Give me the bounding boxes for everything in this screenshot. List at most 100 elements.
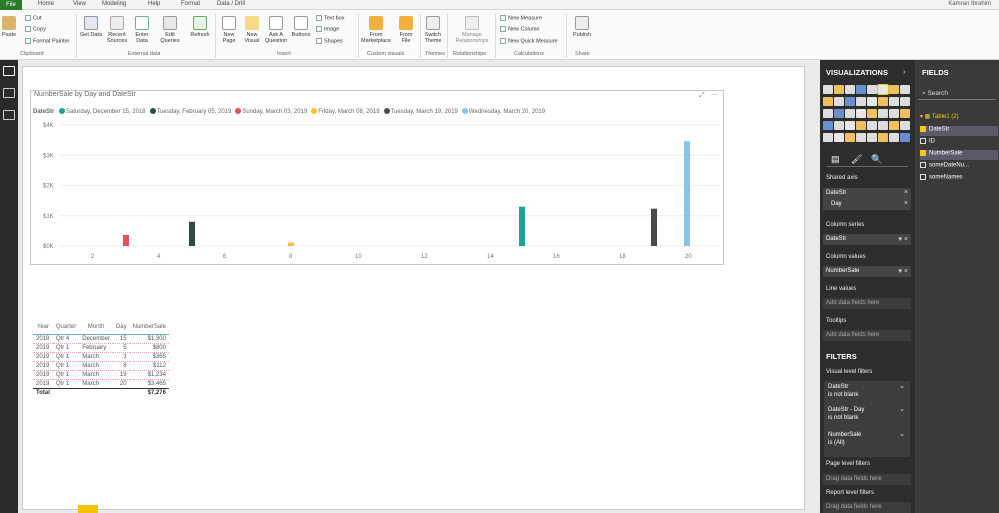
visual-type-icon[interactable]	[900, 133, 910, 142]
remove-icon[interactable]: ×	[904, 189, 908, 196]
visual-type-icon[interactable]	[867, 85, 877, 94]
visual-type-icon[interactable]	[823, 109, 833, 118]
tab-file[interactable]: File	[0, 0, 22, 10]
field-item[interactable]: someNames	[920, 174, 998, 184]
visual-type-icon[interactable]	[823, 97, 833, 106]
checkbox[interactable]	[920, 138, 926, 144]
visual-type-icon[interactable]	[845, 121, 855, 130]
image-button[interactable]: Image	[316, 26, 339, 32]
new-column-button[interactable]: New Column	[500, 26, 539, 32]
column-series-field[interactable]: DateStr ▾ ×	[823, 234, 911, 245]
switch-theme-button[interactable]: Switch Theme	[422, 16, 444, 44]
tab-help[interactable]: Help	[148, 1, 160, 7]
visual-type-icon[interactable]	[834, 133, 844, 142]
filter-card-numbersale[interactable]: NumberSale is (All) ⌄	[824, 429, 910, 457]
visual-type-icon[interactable]	[867, 97, 877, 106]
shared-axis-field-datestr[interactable]: DateStr ×	[823, 188, 911, 199]
format-painter-button[interactable]: Format Painter	[25, 38, 69, 44]
bar-1[interactable]	[519, 206, 525, 246]
bar-4[interactable]	[288, 242, 294, 246]
visual-type-icon[interactable]	[823, 121, 833, 130]
tab-home[interactable]: Home	[38, 1, 54, 7]
legend-item[interactable]: Sunday, March 03, 2019	[235, 108, 307, 115]
visual-type-icon[interactable]	[878, 121, 888, 130]
visual-type-icon[interactable]	[878, 97, 888, 106]
legend-item[interactable]: Tuesday, March 19, 2019	[383, 108, 458, 115]
visual-type-icon[interactable]	[889, 133, 899, 142]
collapse-icon[interactable]: ›	[903, 67, 906, 76]
bar-3[interactable]	[123, 234, 129, 246]
tab-modeling[interactable]: Modeling	[102, 1, 126, 7]
visual-type-icon[interactable]	[856, 133, 866, 142]
column-values-field[interactable]: NumberSale ▾ ×	[823, 266, 911, 277]
tab-view[interactable]: View	[73, 1, 86, 7]
column-header[interactable]: Quarter	[52, 321, 80, 335]
visual-type-icon[interactable]	[878, 109, 888, 118]
shapes-button[interactable]: Shapes	[316, 38, 343, 44]
legend-item[interactable]: Friday, March 08, 2019	[311, 108, 380, 115]
visual-type-icon[interactable]	[823, 85, 833, 94]
shared-axis-field-day[interactable]: Day ×	[823, 199, 911, 210]
column-header[interactable]: NumberSale	[129, 321, 169, 335]
visual-type-icon[interactable]	[823, 133, 833, 142]
checkbox[interactable]	[920, 126, 926, 132]
format-paint-icon[interactable]: 🖌	[851, 154, 862, 165]
recent-sources-button[interactable]: Recent Sources	[104, 16, 130, 44]
new-page-button[interactable]: New Page	[218, 16, 240, 44]
field-item[interactable]: DateStr	[920, 126, 998, 136]
checkbox[interactable]	[920, 150, 926, 156]
chevron-down-icon[interactable]: ⌄	[899, 431, 905, 439]
page-filter-drop[interactable]: Drag data fields here	[823, 474, 911, 485]
model-view-icon[interactable]	[3, 110, 15, 120]
field-item[interactable]: ID	[920, 138, 998, 148]
enter-data-button[interactable]: Enter Data	[132, 16, 152, 44]
legend-item[interactable]: Saturday, December 15, 2018	[59, 108, 146, 115]
visual-type-icon[interactable]	[900, 109, 910, 118]
tab-format[interactable]: Format	[181, 1, 200, 7]
paste-button[interactable]: Paste	[2, 16, 16, 38]
report-view-icon[interactable]	[3, 66, 15, 76]
visual-type-icon[interactable]	[845, 109, 855, 118]
visual-type-icon[interactable]	[889, 85, 899, 94]
line-values-drop[interactable]: Add data fields here	[823, 298, 911, 309]
bar-5[interactable]	[651, 208, 657, 246]
edit-queries-button[interactable]: Edit Queries	[157, 16, 183, 44]
column-header[interactable]: Month	[79, 321, 113, 335]
bar-6[interactable]	[684, 141, 690, 246]
visual-type-icon[interactable]	[856, 97, 866, 106]
visual-type-icon[interactable]	[867, 121, 877, 130]
remove-icon[interactable]: ▾ ×	[898, 235, 908, 243]
visual-type-icon[interactable]	[845, 97, 855, 106]
bar-2[interactable]	[189, 221, 195, 246]
ask-question-button[interactable]: Ask A Question	[263, 16, 289, 44]
manage-relationships-button[interactable]: Manage Relationships	[452, 16, 492, 44]
visual-type-icon[interactable]	[834, 97, 844, 106]
visual-type-icon[interactable]	[867, 109, 877, 118]
visual-type-icon[interactable]	[845, 133, 855, 142]
visual-type-icon[interactable]	[834, 121, 844, 130]
visual-type-icon[interactable]	[900, 121, 910, 130]
refresh-button[interactable]: Refresh	[188, 16, 212, 38]
chevron-down-icon[interactable]: ⌄	[899, 383, 905, 391]
column-header[interactable]: Year	[33, 321, 53, 335]
visual-type-icon[interactable]	[889, 121, 899, 130]
visual-type-icon[interactable]	[867, 133, 877, 142]
cut-button[interactable]: Cut	[25, 15, 42, 21]
checkbox[interactable]	[920, 162, 926, 168]
table-node[interactable]: ▾ ▦ Table1 (2)	[920, 113, 998, 123]
page-tab[interactable]	[78, 505, 98, 513]
visual-type-icon[interactable]	[845, 85, 855, 94]
visual-type-icon[interactable]	[900, 85, 910, 94]
analytics-icon[interactable]: 🔍	[871, 154, 882, 165]
field-item[interactable]: someDateNu...	[920, 162, 998, 172]
visual-type-icon[interactable]	[856, 109, 866, 118]
visual-type-icon[interactable]	[834, 85, 844, 94]
visual-type-icon[interactable]	[877, 84, 889, 95]
report-filter-drop[interactable]: Drag data fields here	[823, 502, 911, 513]
field-item[interactable]: NumberSale	[920, 150, 998, 160]
new-measure-button[interactable]: New Measure	[500, 15, 542, 21]
visual-type-icon[interactable]	[856, 85, 866, 94]
visual-type-icon[interactable]	[900, 97, 910, 106]
remove-icon[interactable]: ▾ ×	[898, 267, 908, 275]
buttons-button[interactable]: Buttons	[290, 16, 312, 38]
